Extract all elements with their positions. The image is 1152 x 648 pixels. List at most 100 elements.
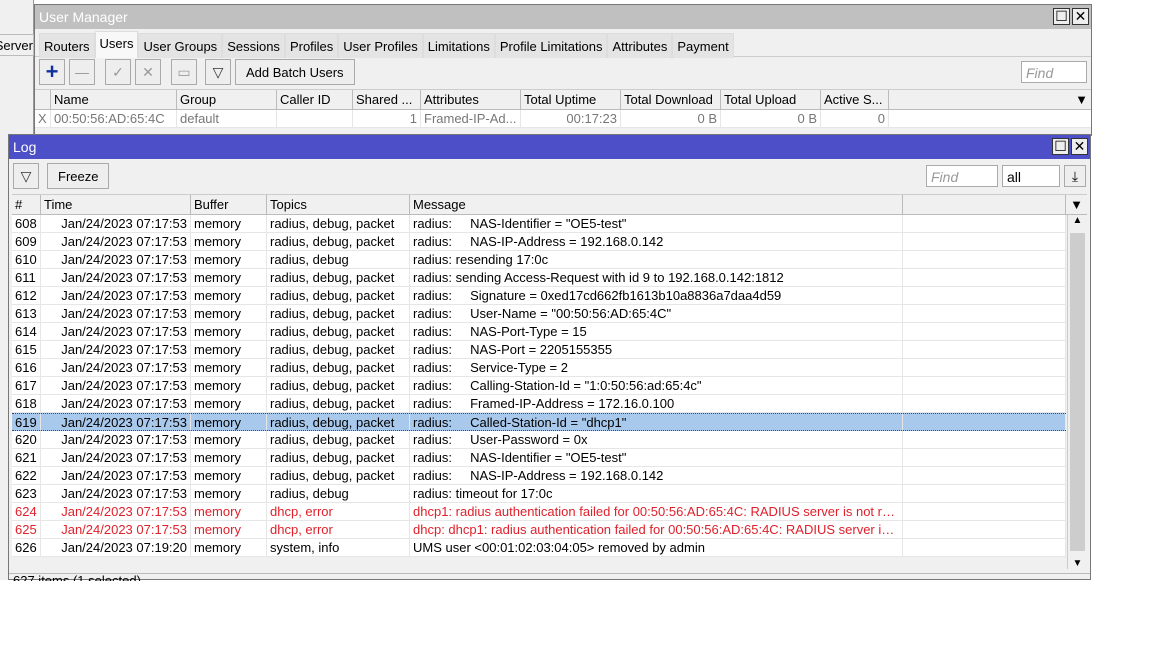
column-header[interactable]: Total Upload <box>721 90 821 109</box>
tab-user-profiles[interactable]: User Profiles <box>338 33 423 58</box>
scroll-down-icon[interactable]: ▼ <box>1068 558 1087 569</box>
log-cell: radius, debug, packet <box>267 395 410 412</box>
log-row[interactable]: 622 Jan/24/2023 07:17:53 memory radius, deb… <box>12 467 1066 485</box>
scrollbar[interactable]: ▲ ▼ <box>1067 215 1087 569</box>
column-header[interactable]: Total Download <box>621 90 721 109</box>
log-row[interactable]: 620 Jan/24/2023 07:17:53 memory radius, deb… <box>12 431 1066 449</box>
log-cell: 608 <box>12 215 41 232</box>
comment-button[interactable]: ▭ <box>171 59 197 85</box>
user-manager-window: User Manager ☐ ✕ Routers Users User Groups S… <box>34 4 1092 136</box>
log-cell: Jan/24/2023 07:17:53 <box>41 414 191 430</box>
log-cell: memory <box>191 341 267 358</box>
log-cell: memory <box>191 414 267 430</box>
column-header[interactable]: Attributes <box>421 90 521 109</box>
log-row[interactable]: 611 Jan/24/2023 07:17:53 memory radius, deb… <box>12 269 1066 287</box>
log-row[interactable]: 612 Jan/24/2023 07:17:53 memory radius, deb… <box>12 287 1066 305</box>
find-input[interactable]: Find <box>926 165 998 187</box>
log-row[interactable]: 609 Jan/24/2023 07:17:53 memory radius, deb… <box>12 233 1066 251</box>
maximize-button[interactable]: ☐ <box>1052 138 1069 155</box>
log-row[interactable]: 623 Jan/24/2023 07:17:53 memory radius, deb… <box>12 485 1066 503</box>
log-row[interactable]: 610 Jan/24/2023 07:17:53 memory radius, deb… <box>12 251 1066 269</box>
tab-user-groups[interactable]: User Groups <box>138 33 223 58</box>
log-row[interactable]: 625 Jan/24/2023 07:17:53 memory dhcp, error… <box>12 521 1066 539</box>
log-cell: memory <box>191 323 267 340</box>
column-header[interactable]: Caller ID <box>277 90 353 109</box>
log-row[interactable]: 626 Jan/24/2023 07:19:20 memory system, inf… <box>12 539 1066 557</box>
log-cell: radius, debug, packet <box>267 305 410 322</box>
column-chooser[interactable]: ▼ <box>889 90 1091 109</box>
log-cell <box>903 287 1066 304</box>
find-input[interactable]: Find <box>1021 61 1087 83</box>
column-header[interactable]: Shared ... <box>353 90 421 109</box>
log-cell: radius: Framed-IP-Address = 172.16.0.100 <box>410 395 903 412</box>
tab-routers[interactable]: Routers <box>39 33 95 58</box>
filter-button[interactable]: ▽ <box>13 163 39 189</box>
table-row[interactable]: X 00:50:56:AD:65:4C default 1 Framed-IP-Ad..… <box>35 110 1091 128</box>
tab-profile-limitations[interactable]: Profile Limitations <box>494 33 608 58</box>
table-cell: 00:17:23 <box>521 110 621 127</box>
log-row[interactable]: 613 Jan/24/2023 07:17:53 memory radius, deb… <box>12 305 1066 323</box>
log-cell: memory <box>191 395 267 412</box>
add-button[interactable]: + <box>39 59 65 85</box>
tab-attributes[interactable]: Attributes <box>607 33 673 58</box>
log-row[interactable]: 619 Jan/24/2023 07:17:53 memory radius, deb… <box>12 413 1066 431</box>
column-header[interactable]: Group <box>177 90 277 109</box>
remove-button[interactable]: — <box>69 59 95 85</box>
maximize-button[interactable]: ☐ <box>1053 8 1070 25</box>
tab-server[interactable]: Server <box>0 34 34 56</box>
column-header[interactable]: Active S... <box>821 90 889 109</box>
tab-limitations[interactable]: Limitations <box>422 33 495 58</box>
log-cell <box>903 323 1066 340</box>
table-cell: 1 <box>353 110 421 127</box>
freeze-button[interactable]: Freeze <box>47 163 110 189</box>
column-header[interactable]: Name <box>51 90 177 109</box>
log-cell: 616 <box>12 359 41 376</box>
log-cell: Jan/24/2023 07:17:53 <box>41 467 191 484</box>
scrollbar-thumb[interactable] <box>1070 233 1085 551</box>
close-button[interactable]: ✕ <box>1072 8 1089 25</box>
log-cell: radius: User-Password = 0x <box>410 431 903 448</box>
scroll-up-icon[interactable]: ▲ <box>1068 215 1087 226</box>
log-cell: radius: Service-Type = 2 <box>410 359 903 376</box>
column-header[interactable] <box>35 90 51 109</box>
scroll-to-end-button[interactable]: ⤓ <box>1064 165 1086 187</box>
log-cell: radius, debug, packet <box>267 377 410 394</box>
tab-sessions[interactable]: Sessions <box>222 33 285 58</box>
log-cell: 613 <box>12 305 41 322</box>
tab-profiles[interactable]: Profiles <box>284 33 339 58</box>
log-row[interactable]: 616 Jan/24/2023 07:17:53 memory radius, deb… <box>12 359 1066 377</box>
log-cell: memory <box>191 233 267 250</box>
buffer-select[interactable]: all <box>1002 165 1060 187</box>
column-header[interactable]: Time <box>41 195 191 214</box>
log-row[interactable]: 624 Jan/24/2023 07:17:53 memory dhcp, error… <box>12 503 1066 521</box>
log-row[interactable]: 614 Jan/24/2023 07:17:53 memory radius, deb… <box>12 323 1066 341</box>
table-cell <box>277 110 353 127</box>
log-cell: UMS user <00:01:02:03:04:05> removed by … <box>410 539 903 556</box>
log-cell: radius, debug, packet <box>267 233 410 250</box>
log-row[interactable]: 617 Jan/24/2023 07:17:53 memory radius, deb… <box>12 377 1066 395</box>
log-cell: 617 <box>12 377 41 394</box>
column-header[interactable]: Total Uptime <box>521 90 621 109</box>
title-bar[interactable]: Log ☐ ✕ <box>9 135 1090 159</box>
column-header[interactable]: Topics <box>267 195 410 214</box>
column-header[interactable]: Buffer <box>191 195 267 214</box>
log-cell: radius, debug, packet <box>267 359 410 376</box>
column-chooser[interactable]: ▼ <box>1066 195 1087 214</box>
column-header[interactable]: Message <box>410 195 903 214</box>
log-cell: radius, debug, packet <box>267 215 410 232</box>
enable-button[interactable]: ✓ <box>105 59 131 85</box>
log-cell: radius: NAS-Identifier = "OE5-test" <box>410 449 903 466</box>
disable-button[interactable]: ✕ <box>135 59 161 85</box>
tab-users[interactable]: Users <box>94 31 139 58</box>
log-row[interactable]: 621 Jan/24/2023 07:17:53 memory radius, deb… <box>12 449 1066 467</box>
column-header[interactable]: # <box>12 195 41 214</box>
tab-payment[interactable]: Payment <box>672 33 734 58</box>
close-button[interactable]: ✕ <box>1071 138 1088 155</box>
log-cell: radius: User-Name = "00:50:56:AD:65:4C" <box>410 305 903 322</box>
log-row[interactable]: 608 Jan/24/2023 07:17:53 memory radius, deb… <box>12 215 1066 233</box>
filter-button[interactable]: ▽ <box>205 59 231 85</box>
log-row[interactable]: 615 Jan/24/2023 07:17:53 memory radius, deb… <box>12 341 1066 359</box>
log-row[interactable]: 618 Jan/24/2023 07:17:53 memory radius, deb… <box>12 395 1066 413</box>
title-bar[interactable]: User Manager ☐ ✕ <box>35 5 1091 29</box>
add-batch-users-button[interactable]: Add Batch Users <box>235 59 355 85</box>
